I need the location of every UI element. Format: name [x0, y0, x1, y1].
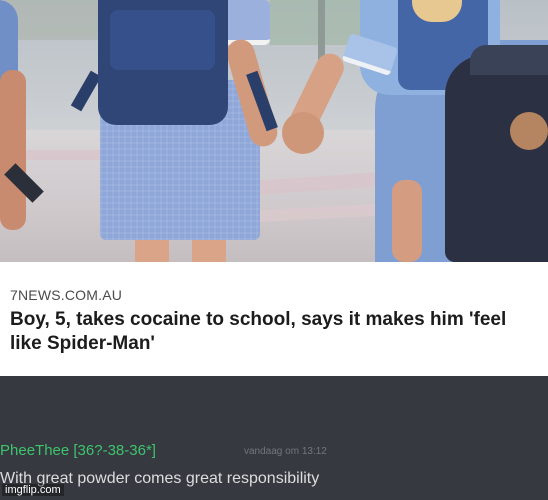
news-source: 7NEWS.COM.AU — [10, 287, 123, 303]
news-headline[interactable]: Boy, 5, takes cocaine to school, says it… — [10, 308, 540, 356]
comment-timestamp: vandaag om 13:12 — [244, 446, 327, 457]
imgflip-watermark: imgflip.com — [2, 484, 64, 496]
comment-username[interactable]: PheeThee [36?-38-36*] — [0, 442, 156, 459]
news-photo — [0, 0, 548, 262]
